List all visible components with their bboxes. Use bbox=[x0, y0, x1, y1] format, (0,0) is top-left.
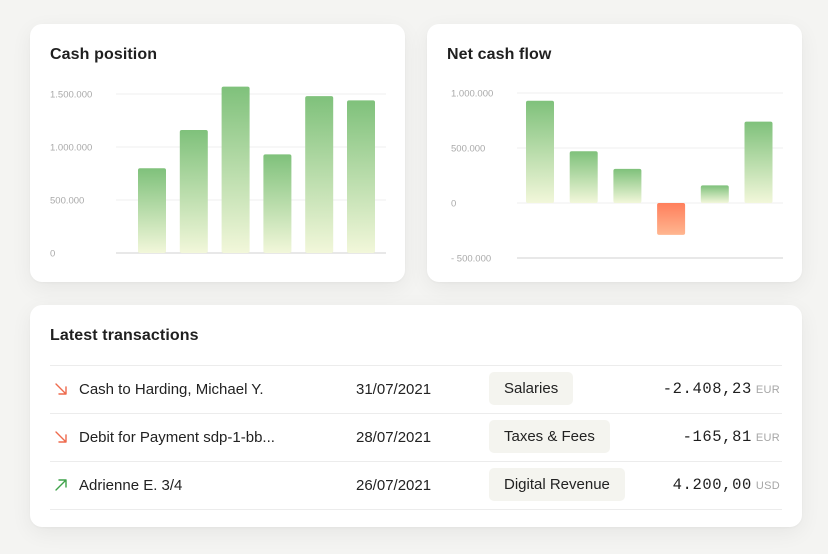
net-cash-flow-card: Net cash flow 1.000.000 500.000 0- 500.000 bbox=[427, 24, 802, 282]
chart-bar[interactable] bbox=[744, 121, 773, 203]
y-tick-label: 1.000.000 bbox=[451, 89, 493, 100]
transaction-amount: -2.408,23 bbox=[662, 380, 752, 398]
chart-bar[interactable] bbox=[179, 130, 208, 253]
y-tick-label: 500.000 bbox=[451, 144, 485, 155]
transaction-amount-group: 4.200,00 USD bbox=[673, 476, 780, 494]
latest-transactions-card: Latest transactions Cash to Harding, Mic… bbox=[30, 305, 802, 527]
transaction-description: Cash to Harding, Michael Y. bbox=[79, 381, 264, 398]
arrow-up-right-icon bbox=[55, 479, 67, 491]
transaction-currency: EUR bbox=[755, 432, 780, 444]
arrow-down-right-icon bbox=[55, 431, 67, 443]
chart-bar[interactable] bbox=[305, 96, 334, 254]
cash-position-chart: 1.500.000 1.000.000 500.000 0 bbox=[50, 86, 386, 260]
transaction-currency: EUR bbox=[755, 384, 780, 396]
y-tick-label: 0 bbox=[50, 249, 55, 260]
category-tag[interactable]: Salaries bbox=[489, 372, 574, 405]
chart-bar[interactable] bbox=[526, 100, 554, 203]
y-tick-label: 1.500.000 bbox=[50, 90, 92, 101]
transaction-amount-group: -2.408,23 EUR bbox=[663, 380, 780, 398]
transaction-date: 26/07/2021 bbox=[356, 477, 432, 494]
chart-bar[interactable] bbox=[657, 203, 686, 235]
cash-position-card: Cash position 1.500.000 1.000.000 500.000 0 bbox=[30, 24, 405, 282]
chart-bar[interactable] bbox=[569, 151, 598, 203]
arrow-down-right-icon bbox=[55, 383, 67, 395]
transaction-date: 28/07/2021 bbox=[356, 429, 432, 446]
net-cash-flow-chart: 1.000.000 500.000 0 - 500.000 bbox=[451, 89, 783, 265]
table-divider bbox=[50, 509, 782, 510]
y-tick-label: 500.000 bbox=[50, 196, 84, 207]
y-tick-label: 1.000.000 bbox=[50, 143, 92, 154]
chart-bar[interactable] bbox=[700, 185, 729, 203]
transaction-date: 31/07/2021 bbox=[356, 381, 432, 398]
latest-transactions-title: Latest transactions bbox=[50, 327, 199, 344]
transaction-description: Debit for Payment sdp-1-bb... bbox=[79, 429, 275, 446]
table-row[interactable]: Cash to Harding, Michael Y. 31/07/2021 S… bbox=[50, 366, 782, 413]
transaction-amount: -165,81 bbox=[682, 428, 752, 446]
transaction-currency: USD bbox=[755, 480, 780, 492]
chart-bar[interactable] bbox=[263, 154, 292, 253]
transaction-amount: 4.200,00 bbox=[672, 476, 752, 494]
y-tick-label: 0 bbox=[451, 199, 456, 210]
transaction-description: Adrienne E. 3/4 bbox=[79, 477, 183, 494]
y-tick-label: - 500.000 bbox=[451, 254, 491, 265]
chart-bar[interactable] bbox=[138, 168, 166, 253]
category-tag[interactable]: Taxes & Fees bbox=[489, 420, 610, 453]
category-tag[interactable]: Digital Revenue bbox=[489, 468, 625, 501]
table-row[interactable]: Debit for Payment sdp-1-bb... 28/07/2021… bbox=[50, 414, 782, 461]
chart-bar[interactable] bbox=[221, 86, 250, 253]
chart-bar[interactable] bbox=[613, 168, 642, 203]
table-row[interactable]: Adrienne E. 3/4 26/07/2021 Digital Reven… bbox=[50, 462, 782, 509]
chart-bar[interactable] bbox=[347, 100, 375, 253]
transaction-amount-group: -165,81 EUR bbox=[683, 428, 780, 446]
